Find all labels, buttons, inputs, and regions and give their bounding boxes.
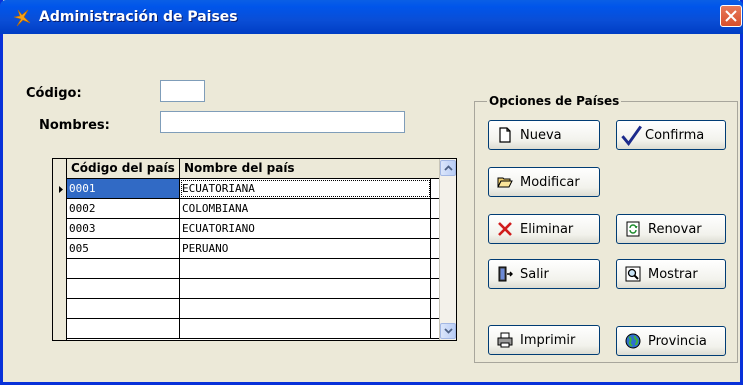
renovar-label: Renovar: [648, 221, 702, 237]
provincia-label: Provincia: [648, 333, 707, 349]
table-row[interactable]: 0002 COLOMBIANA: [67, 199, 440, 219]
renovar-button[interactable]: Renovar: [616, 214, 726, 244]
cell-codigo[interactable]: [67, 279, 180, 298]
table-row[interactable]: [67, 259, 440, 279]
modificar-button[interactable]: Modificar: [488, 167, 600, 197]
cell-nombre[interactable]: ECUATORIANA: [180, 179, 431, 198]
app-logo-icon: [13, 9, 31, 27]
cell-codigo[interactable]: [67, 299, 180, 318]
table-row[interactable]: [67, 299, 440, 319]
imprimir-button[interactable]: Imprimir: [488, 325, 600, 355]
cell-nombre[interactable]: PERUANO: [180, 239, 431, 258]
close-icon: [725, 10, 737, 22]
cell-nombre[interactable]: [180, 259, 431, 278]
checkmark-icon: [621, 125, 642, 146]
imprimir-label: Imprimir: [520, 332, 576, 348]
countries-grid[interactable]: Código del país Nombre del país 0001 ECU…: [52, 158, 457, 341]
options-group-title: Opciones de Países: [487, 94, 622, 108]
nombres-label: Nombres:: [39, 118, 110, 133]
exit-door-icon: [498, 266, 513, 282]
scroll-down-button[interactable]: [440, 323, 456, 339]
salir-label: Salir: [520, 266, 549, 282]
cell-nombre[interactable]: [180, 299, 431, 318]
cell-codigo[interactable]: 0002: [67, 199, 180, 218]
cell-codigo[interactable]: [67, 259, 180, 278]
scroll-up-button[interactable]: [440, 160, 456, 176]
magnifier-icon: [625, 266, 641, 282]
cell-codigo[interactable]: 0001: [67, 179, 180, 198]
current-row-arrow-icon: [59, 186, 63, 193]
nueva-button[interactable]: Nueva: [488, 120, 600, 150]
new-document-icon: [499, 127, 511, 143]
cell-nombre[interactable]: [180, 279, 431, 298]
delete-x-icon: [498, 222, 512, 236]
grid-header: Código del país Nombre del país: [67, 159, 440, 179]
nombres-input[interactable]: [160, 111, 405, 133]
close-button[interactable]: [720, 5, 742, 27]
main-window: Administración de Paises Código: Nombres…: [0, 0, 743, 385]
confirma-label: Confirma: [645, 127, 705, 143]
printer-icon: [497, 332, 513, 348]
cell-codigo[interactable]: [67, 319, 180, 338]
cell-nombre[interactable]: [180, 319, 431, 338]
title-bar[interactable]: Administración de Paises: [0, 0, 743, 34]
eliminar-label: Eliminar: [520, 221, 574, 237]
confirma-button[interactable]: Confirma: [616, 120, 726, 150]
column-header-nombre[interactable]: Nombre del país: [180, 159, 431, 178]
open-folder-icon: [497, 177, 513, 188]
salir-button[interactable]: Salir: [488, 259, 600, 289]
table-row[interactable]: [67, 319, 440, 339]
table-row[interactable]: 0003 ECUATORIANO: [67, 219, 440, 239]
eliminar-button[interactable]: Eliminar: [488, 214, 600, 244]
column-header-codigo[interactable]: Código del país: [67, 159, 180, 178]
cell-codigo[interactable]: 0003: [67, 219, 180, 238]
table-row[interactable]: 0001 ECUATORIANA: [67, 179, 440, 199]
refresh-icon: [626, 221, 640, 237]
mostrar-button[interactable]: Mostrar: [616, 259, 726, 289]
modificar-label: Modificar: [520, 174, 580, 190]
window-title: Administración de Paises: [39, 9, 238, 25]
vertical-scrollbar[interactable]: [439, 159, 456, 340]
mostrar-label: Mostrar: [648, 266, 698, 282]
cell-nombre[interactable]: COLOMBIANA: [180, 199, 431, 218]
table-row[interactable]: [67, 279, 440, 299]
cell-nombre[interactable]: ECUATORIANO: [180, 219, 431, 238]
globe-icon: [625, 333, 641, 349]
chevron-down-icon: [444, 328, 453, 334]
codigo-input[interactable]: [160, 80, 205, 102]
nueva-label: Nueva: [520, 127, 562, 143]
codigo-label: Código:: [26, 86, 82, 101]
chevron-up-icon: [444, 165, 453, 171]
cell-codigo[interactable]: 005: [67, 239, 180, 258]
provincia-button[interactable]: Provincia: [616, 326, 726, 356]
table-row[interactable]: 005 PERUANO: [67, 239, 440, 259]
